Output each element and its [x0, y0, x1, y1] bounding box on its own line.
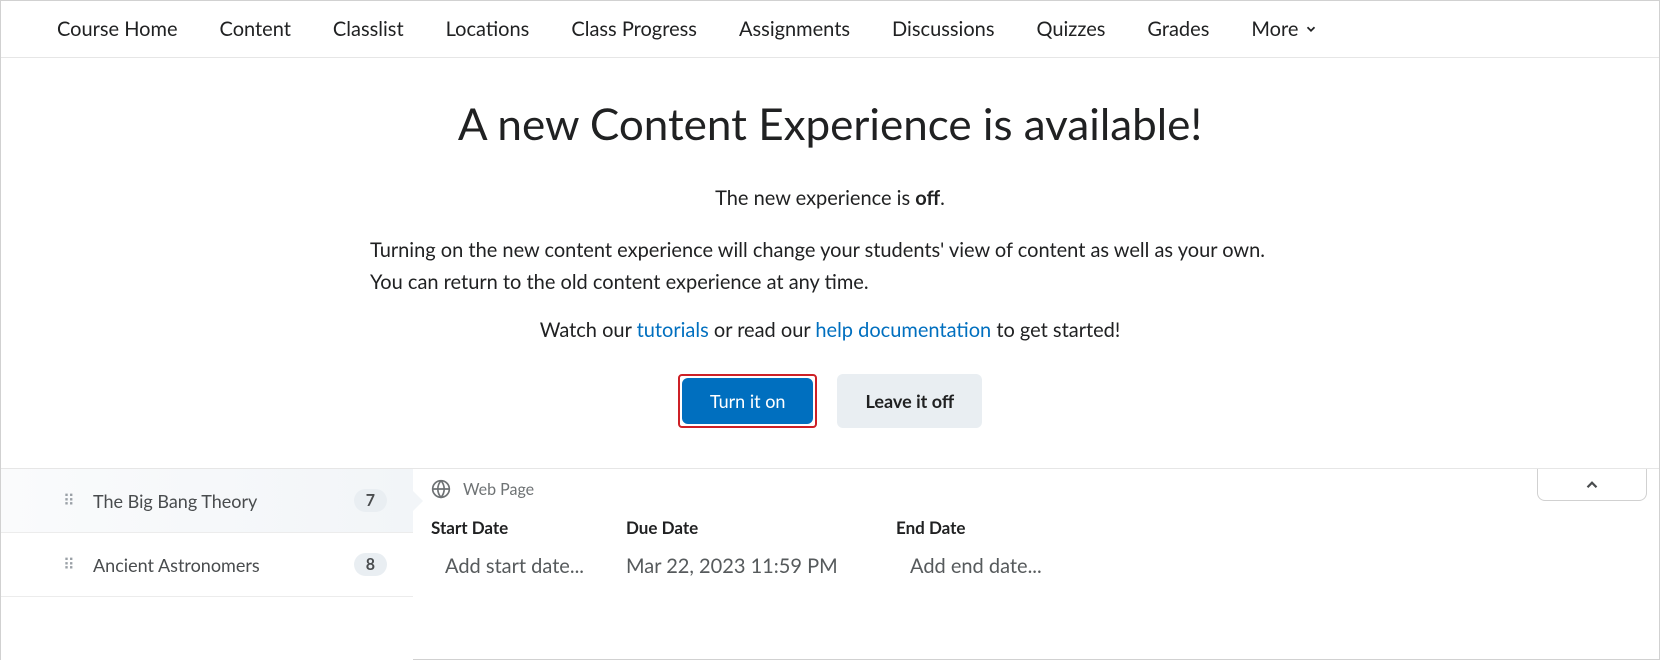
chevron-up-icon — [1583, 476, 1601, 494]
nav-classlist[interactable]: Classlist — [333, 17, 404, 41]
due-date-value[interactable]: Mar 22, 2023 11:59 PM — [626, 554, 896, 578]
sidebar-item-label: Ancient Astronomers — [93, 554, 354, 576]
nav-content[interactable]: Content — [220, 17, 291, 41]
banner-body: Turning on the new content experience wi… — [370, 234, 1290, 298]
chevron-down-icon — [1304, 22, 1318, 36]
banner-status: The new experience is off. — [281, 186, 1379, 210]
dates-row: Add start date... Mar 22, 2023 11:59 PM … — [431, 554, 1641, 578]
banner-title: A new Content Experience is available! — [281, 98, 1379, 150]
topic-type-label: Web Page — [463, 480, 534, 499]
new-content-experience-banner: A new Content Experience is available! T… — [1, 58, 1659, 468]
content-sidebar: ⠿ The Big Bang Theory 7 ⠿ Ancient Astron… — [1, 469, 413, 668]
nav-more[interactable]: More — [1251, 17, 1318, 41]
sidebar-item-big-bang-theory[interactable]: ⠿ The Big Bang Theory 7 — [1, 469, 413, 533]
collapse-button[interactable] — [1537, 469, 1647, 501]
nav-course-home[interactable]: Course Home — [57, 17, 178, 41]
count-badge: 7 — [354, 489, 387, 512]
nav-class-progress[interactable]: Class Progress — [571, 17, 697, 41]
turn-it-on-highlight: Turn it on — [678, 374, 818, 428]
drag-handle-icon[interactable]: ⠿ — [63, 560, 76, 570]
nav-quizzes[interactable]: Quizzes — [1037, 17, 1106, 41]
sidebar-item-label: The Big Bang Theory — [93, 490, 354, 512]
end-date-header: End Date — [896, 517, 1146, 538]
due-date-header: Due Date — [626, 517, 896, 538]
topic-type: Web Page — [431, 479, 1641, 499]
links-suffix: to get started! — [991, 318, 1120, 342]
content-main: Web Page Start Date Due Date End Date Ad… — [413, 469, 1659, 668]
status-value: off — [915, 186, 940, 210]
links-mid: or read our — [709, 318, 816, 342]
nav-discussions[interactable]: Discussions — [892, 17, 994, 41]
nav-locations[interactable]: Locations — [446, 17, 530, 41]
nav-assignments[interactable]: Assignments — [739, 17, 850, 41]
help-documentation-link[interactable]: help documentation — [815, 318, 991, 342]
leave-it-off-button[interactable]: Leave it off — [837, 374, 982, 428]
dates-header: Start Date Due Date End Date — [431, 517, 1641, 538]
turn-it-on-button[interactable]: Turn it on — [682, 378, 814, 424]
status-suffix: . — [940, 186, 945, 210]
start-date-header: Start Date — [431, 517, 626, 538]
start-date-value[interactable]: Add start date... — [431, 554, 626, 578]
status-prefix: The new experience is — [715, 186, 915, 210]
course-navbar: Course Home Content Classlist Locations … — [1, 1, 1659, 58]
count-badge: 8 — [354, 553, 387, 576]
drag-handle-icon[interactable]: ⠿ — [63, 496, 76, 506]
banner-buttons: Turn it on Leave it off — [281, 374, 1379, 428]
tutorials-link[interactable]: tutorials — [637, 318, 709, 342]
end-date-value[interactable]: Add end date... — [896, 554, 1146, 578]
nav-more-label: More — [1251, 17, 1298, 41]
content-area: ⠿ The Big Bang Theory 7 ⠿ Ancient Astron… — [1, 468, 1659, 668]
banner-links: Watch our tutorials or read our help doc… — [281, 318, 1379, 342]
sidebar-item-ancient-astronomers[interactable]: ⠿ Ancient Astronomers 8 — [1, 533, 413, 597]
nav-grades[interactable]: Grades — [1147, 17, 1209, 41]
globe-icon — [431, 479, 451, 499]
links-prefix: Watch our — [540, 318, 637, 342]
